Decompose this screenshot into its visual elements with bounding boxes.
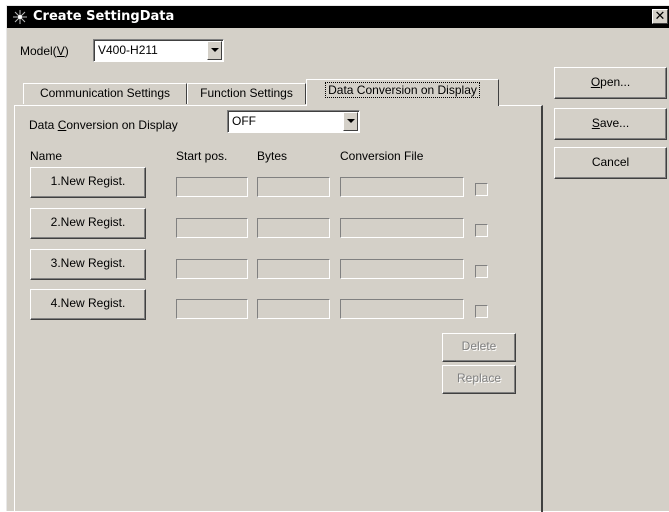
column-header-start-pos: Start pos. [176,149,228,163]
start-pos-field-2 [176,218,248,238]
row-checkbox-4 [475,305,488,318]
window-title: Create SettingData [33,9,175,24]
title-bar[interactable]: Create SettingData ✕ [7,6,669,28]
row-checkbox-2 [475,224,488,237]
replace-button[interactable]: Replace [442,365,516,394]
new-regist-button-1[interactable]: 1.New Regist. [30,167,146,198]
close-button[interactable]: ✕ [652,9,668,24]
tab-data-conversion-on-display[interactable]: Data Conversion on Display [306,79,499,106]
start-pos-field-4 [176,299,248,319]
model-select[interactable]: V400-H211 [93,39,224,62]
chevron-down-icon[interactable] [207,41,222,60]
model-label: Model(V) [20,44,69,58]
model-select-value: V400-H211 [98,43,158,57]
conversion-file-field-1 [340,177,464,197]
tab-communication-settings[interactable]: Communication Settings [23,83,187,104]
conversion-file-field-4 [340,299,464,319]
save-button[interactable]: Save... [554,108,667,140]
chevron-down-icon[interactable] [343,112,358,131]
row-checkbox-3 [475,265,488,278]
start-pos-field-1 [176,177,248,197]
cancel-button[interactable]: Cancel [554,147,667,179]
close-icon: ✕ [654,9,666,24]
new-regist-button-3[interactable]: 3.New Regist. [30,249,146,280]
conversion-file-field-3 [340,259,464,279]
app-icon [13,10,27,24]
column-header-bytes: Bytes [257,149,288,163]
create-settingdata-dialog: Create SettingData ✕ Model(V) V400-H211 … [6,5,669,512]
open-button[interactable]: Open... [554,67,667,99]
conversion-file-field-2 [340,218,464,238]
column-header-conversion-file: Conversion File [340,149,424,163]
bytes-field-2 [257,218,330,238]
new-regist-button-2[interactable]: 2.New Regist. [30,208,146,239]
delete-button[interactable]: Delete [442,333,516,362]
start-pos-field-3 [176,259,248,279]
tab-function-settings[interactable]: Function Settings [187,83,306,104]
bytes-field-3 [257,259,330,279]
conversion-select[interactable]: OFF [227,110,360,133]
bytes-field-1 [257,177,330,197]
row-checkbox-1 [475,183,488,196]
conversion-select-value: OFF [232,114,256,128]
conversion-label: Data Conversion on Display [29,118,178,132]
bytes-field-4 [257,299,330,319]
new-regist-button-4[interactable]: 4.New Regist. [30,289,146,320]
column-header-name: Name [30,149,63,163]
